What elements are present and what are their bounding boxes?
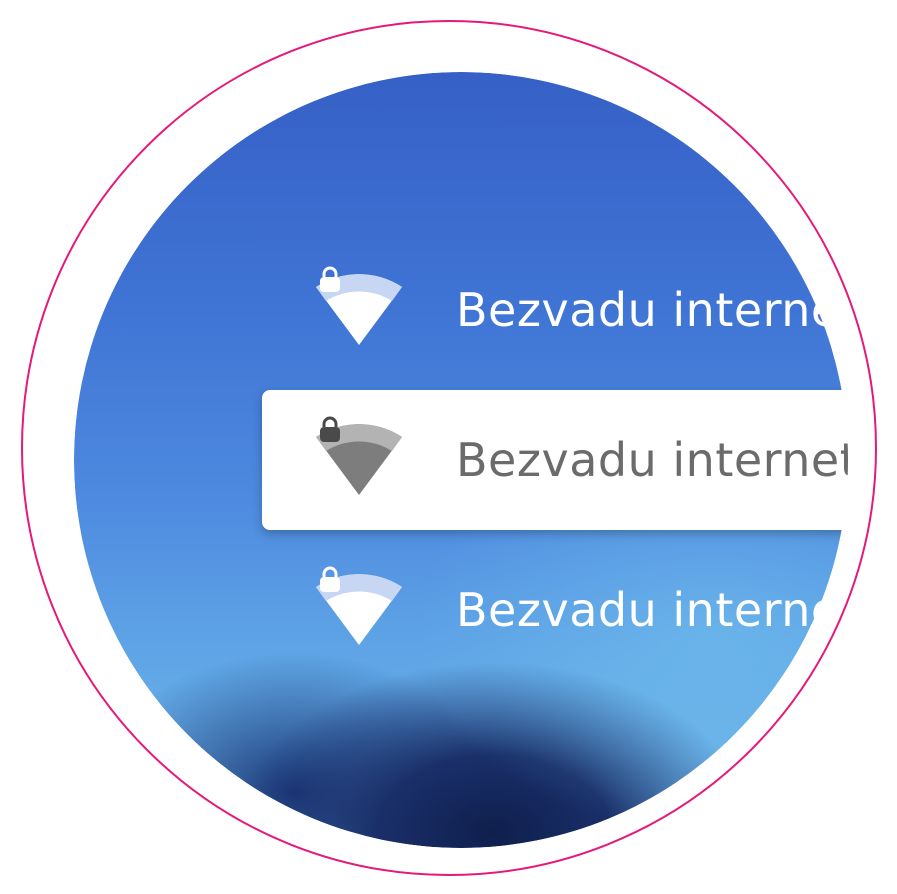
lock-icon <box>320 416 340 442</box>
lock-icon <box>320 266 340 292</box>
magnifier-view: Bezvadu internets Bezvadu internets Bezv… <box>0 0 897 894</box>
lock-icon <box>320 566 340 592</box>
wifi-locked-icon <box>316 265 416 355</box>
network-name: Bezvadu internets <box>456 433 883 487</box>
wifi-locked-icon <box>316 565 416 655</box>
network-name: Bezvadu internets <box>456 583 883 637</box>
network-name: Bezvadu internets <box>456 283 883 337</box>
network-item-selected[interactable]: Bezvadu internets <box>316 390 883 530</box>
wifi-locked-icon <box>316 415 416 505</box>
network-item[interactable]: Bezvadu internets <box>316 540 883 680</box>
network-item[interactable]: Bezvadu internets <box>316 240 883 380</box>
